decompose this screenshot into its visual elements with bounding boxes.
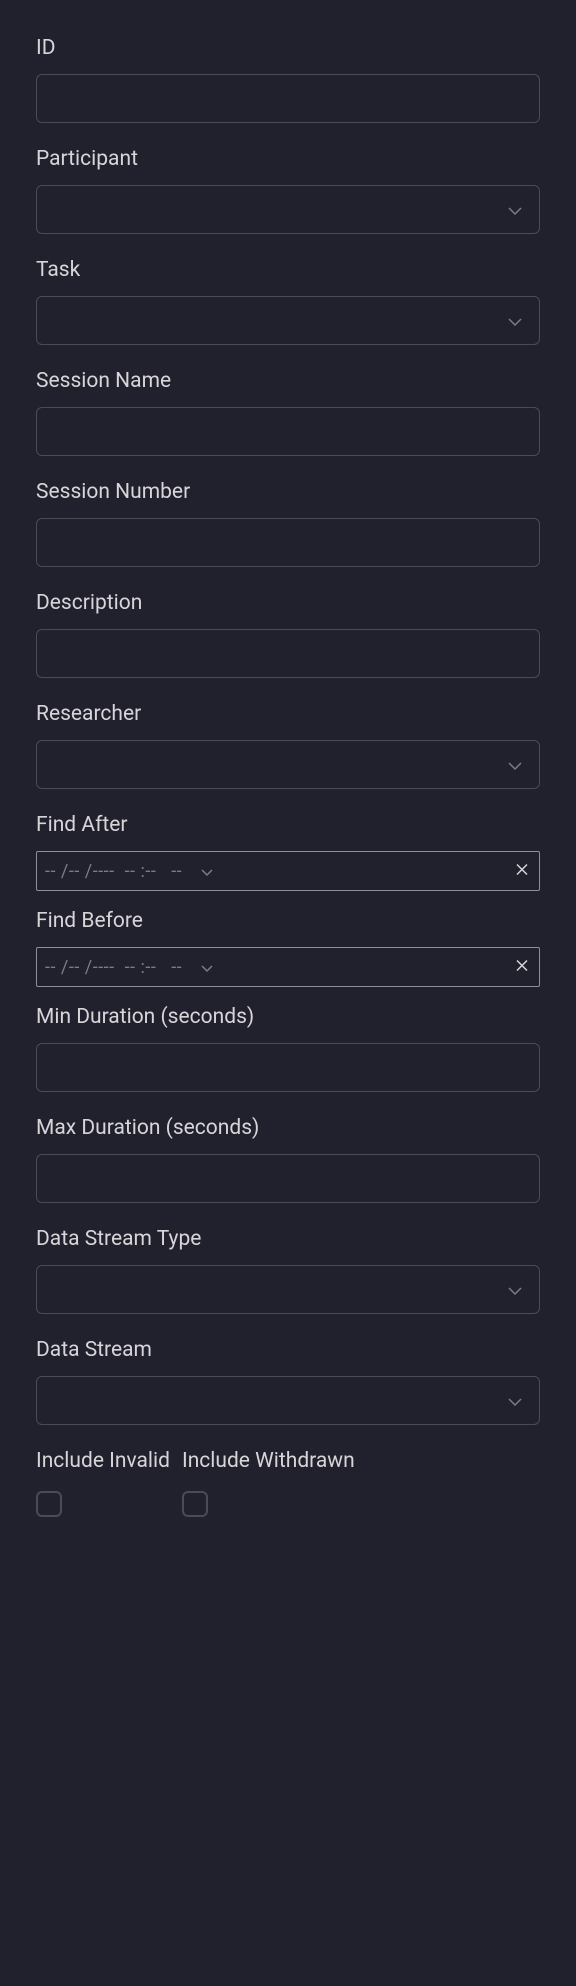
chevron-down-icon [507, 198, 523, 222]
dt-min: -- [145, 957, 156, 978]
participant-select[interactable] [36, 185, 540, 234]
data-stream-type-label: Data Stream Type [36, 1227, 540, 1251]
chevron-down-icon [200, 861, 214, 882]
dt-colon: : [136, 861, 146, 882]
clear-icon[interactable] [515, 861, 529, 882]
data-stream-select[interactable] [36, 1376, 540, 1425]
dt-month: -- [69, 957, 80, 978]
dt-year: ---- [93, 861, 115, 882]
include-invalid-checkbox[interactable] [36, 1491, 62, 1517]
description-label: Description [36, 591, 540, 615]
min-duration-input[interactable] [36, 1043, 540, 1092]
session-number-label: Session Number [36, 480, 540, 504]
id-input[interactable] [36, 74, 540, 123]
chevron-down-icon [507, 753, 523, 777]
dt-space [156, 957, 171, 978]
dt-sep: / [80, 861, 93, 882]
find-after-label: Find After [36, 813, 540, 837]
max-duration-input[interactable] [36, 1154, 540, 1203]
task-label: Task [36, 258, 540, 282]
find-after-input[interactable]: -- / -- / ---- -- : -- -- [36, 851, 540, 891]
session-name-label: Session Name [36, 369, 540, 393]
researcher-label: Researcher [36, 702, 540, 726]
dt-sep: / [56, 861, 69, 882]
find-before-input[interactable]: -- / -- / ---- -- : -- -- [36, 947, 540, 987]
dt-ampm: -- [171, 861, 182, 882]
dt-space [115, 861, 125, 882]
id-label: ID [36, 36, 540, 60]
session-number-input[interactable] [36, 518, 540, 567]
dt-ampm: -- [171, 957, 182, 978]
dt-hour: -- [125, 861, 136, 882]
max-duration-label: Max Duration (seconds) [36, 1116, 540, 1140]
include-withdrawn-label: Include Withdrawn [182, 1449, 355, 1473]
chevron-down-icon [200, 957, 214, 978]
min-duration-label: Min Duration (seconds) [36, 1005, 540, 1029]
dt-space [115, 957, 125, 978]
session-name-input[interactable] [36, 407, 540, 456]
chevron-down-icon [507, 1278, 523, 1302]
description-input[interactable] [36, 629, 540, 678]
participant-label: Participant [36, 147, 540, 171]
data-stream-type-select[interactable] [36, 1265, 540, 1314]
dt-day: -- [45, 861, 56, 882]
find-before-label: Find Before [36, 909, 540, 933]
include-withdrawn-checkbox[interactable] [182, 1491, 208, 1517]
chevron-down-icon [507, 1389, 523, 1413]
dt-year: ---- [93, 957, 115, 978]
task-select[interactable] [36, 296, 540, 345]
include-invalid-label: Include Invalid [36, 1449, 170, 1473]
data-stream-label: Data Stream [36, 1338, 540, 1362]
chevron-down-icon [507, 309, 523, 333]
dt-min: -- [145, 861, 156, 882]
dt-sep: / [56, 957, 69, 978]
dt-hour: -- [125, 957, 136, 978]
dt-sep: / [80, 957, 93, 978]
dt-space [156, 861, 171, 882]
researcher-select[interactable] [36, 740, 540, 789]
dt-day: -- [45, 957, 56, 978]
dt-colon: : [136, 957, 146, 978]
clear-icon[interactable] [515, 957, 529, 978]
dt-month: -- [69, 861, 80, 882]
